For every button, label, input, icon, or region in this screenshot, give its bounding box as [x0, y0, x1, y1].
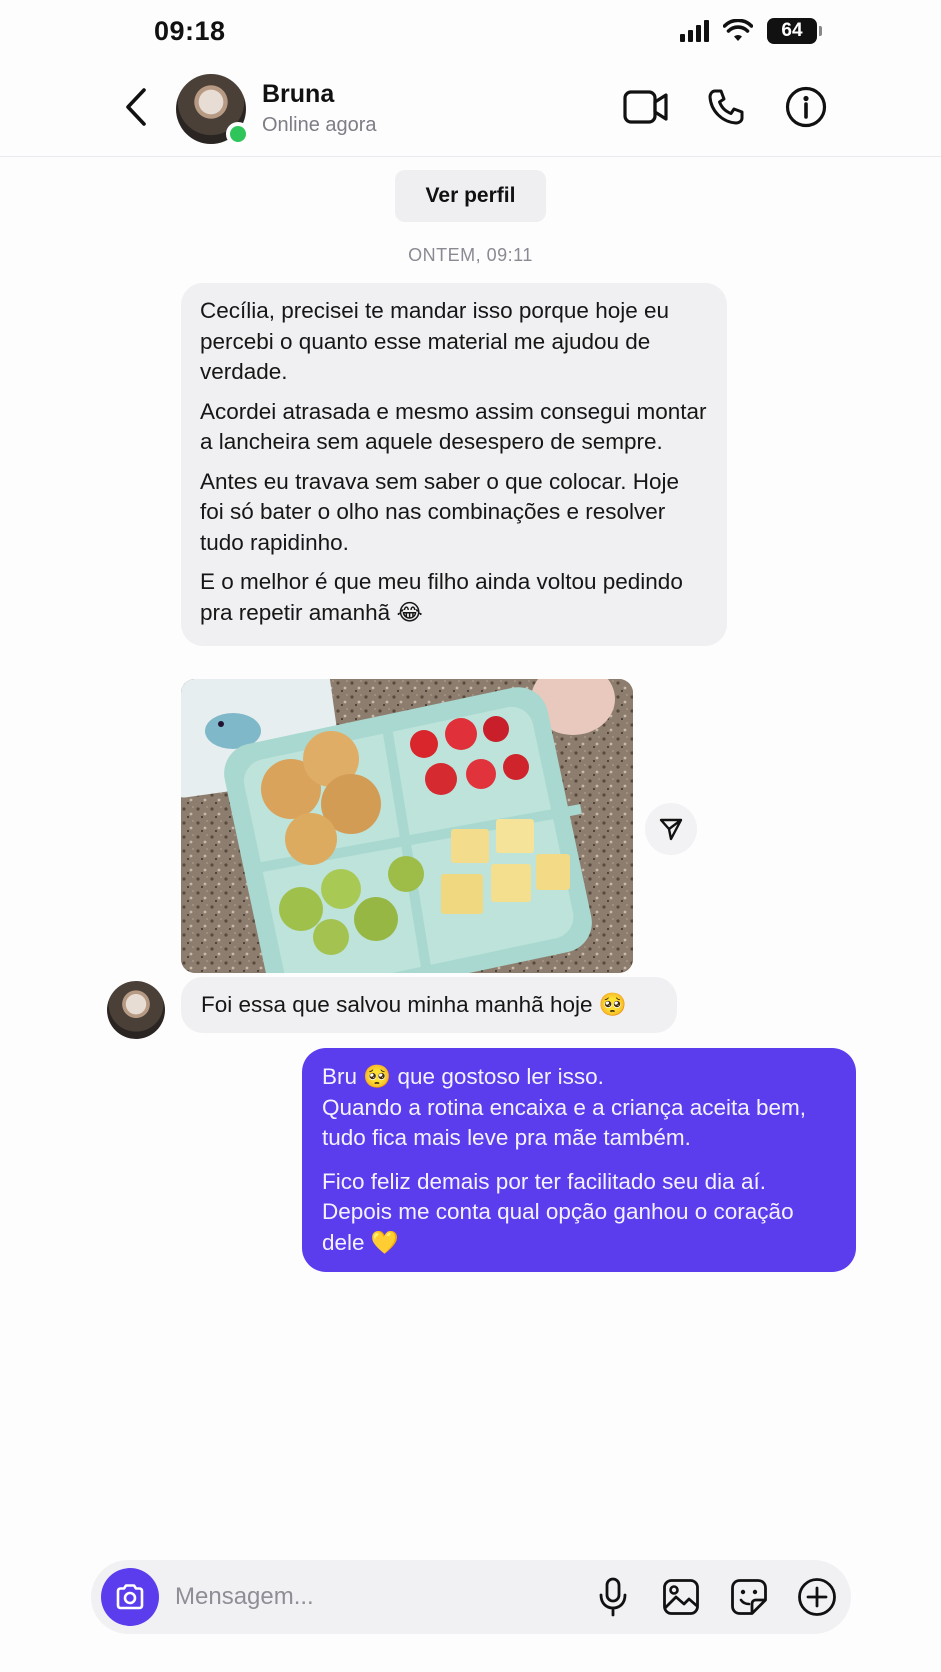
voice-message-button[interactable]: [591, 1574, 635, 1620]
status-bar: 09:18 64: [0, 0, 941, 62]
message-paragraph: Acordei atrasada e mesmo assim consegui …: [200, 398, 707, 455]
composer-actions: [591, 1574, 839, 1620]
message-paragraph: Cecília, precisei te mandar isso porque …: [200, 298, 670, 384]
lunchbox-photo[interactable]: [181, 679, 633, 973]
chevron-left-icon: [126, 88, 146, 126]
send-icon: [659, 818, 683, 841]
info-button[interactable]: [783, 84, 829, 130]
status-time: 09:18: [154, 16, 226, 46]
camera-button[interactable]: [101, 1568, 159, 1626]
date-separator: ONTEM, 09:11: [408, 245, 533, 265]
more-button[interactable]: [795, 1574, 839, 1620]
microphone-icon: [599, 1577, 627, 1617]
voice-call-button[interactable]: [703, 84, 749, 130]
status-icons: 64: [680, 18, 822, 44]
message-composer: [91, 1560, 851, 1634]
outgoing-message[interactable]: Bru 🥺 que gostoso ler isso. Quando a rot…: [302, 1048, 856, 1272]
sticker-icon: [731, 1579, 767, 1615]
lunchbox-image: [181, 679, 633, 973]
image-icon: [663, 1579, 699, 1615]
camera-icon: [116, 1584, 144, 1610]
phone-icon: [708, 89, 744, 125]
view-profile-button[interactable]: Ver perfil: [395, 170, 546, 222]
contact-name[interactable]: Bruna: [262, 80, 334, 109]
wifi-icon: [723, 19, 753, 41]
incoming-message[interactable]: Cecília, precisei te mandar isso porque …: [181, 283, 727, 646]
sender-avatar[interactable]: [107, 981, 165, 1039]
share-button[interactable]: [645, 803, 697, 855]
contact-avatar[interactable]: [176, 74, 250, 146]
message-paragraph: E o melhor é que meu filho ainda voltou …: [200, 569, 683, 625]
message-paragraph: Fico feliz demais por ter facilitado seu…: [322, 1168, 794, 1255]
signal-icon: [680, 20, 709, 42]
gallery-button[interactable]: [659, 1574, 703, 1620]
online-indicator: [226, 122, 250, 146]
video-camera-icon: [623, 90, 668, 124]
contact-status: Online agora: [262, 114, 377, 136]
message-input[interactable]: [175, 1574, 555, 1620]
info-icon: [785, 86, 827, 128]
header-actions: [623, 84, 829, 130]
back-button[interactable]: [118, 84, 154, 130]
battery-icon: 64: [767, 18, 822, 44]
incoming-caption-message[interactable]: Foi essa que salvou minha manhã hoje 🥺: [181, 977, 677, 1033]
message-paragraph: Bru 🥺 que gostoso ler isso. Quando a rot…: [322, 1064, 807, 1150]
chat-header: Bruna Online agora: [0, 62, 941, 157]
message-paragraph: Antes eu travava sem saber o que colocar…: [200, 468, 680, 555]
sticker-button[interactable]: [727, 1574, 771, 1620]
video-call-button[interactable]: [623, 84, 669, 130]
plus-circle-icon: [798, 1578, 836, 1616]
